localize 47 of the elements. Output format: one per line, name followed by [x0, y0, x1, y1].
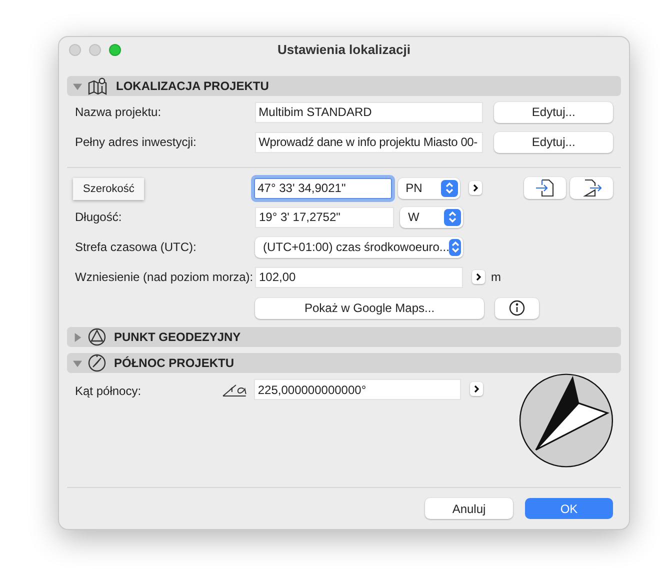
address-field[interactable]: Wprowadź dane w info projektu Miasto 00-	[254, 132, 484, 152]
ok-button[interactable]: OK	[525, 498, 613, 519]
hemisphere-select[interactable]: PN	[398, 178, 460, 198]
cancel-button[interactable]: Anuluj	[425, 498, 513, 519]
hemisphere-select[interactable]: W	[400, 206, 463, 228]
section-header[interactable]: PUNKT GEODEZYJNY	[67, 327, 621, 347]
field-label: Pełny adres inwestycji:	[75, 134, 198, 151]
stepper-arrows-icon	[448, 211, 457, 223]
triangle-circle-icon	[88, 328, 106, 346]
field-label: Wzniesienie (nad poziom morza):	[75, 269, 254, 286]
elevation-field[interactable]: 102,00	[255, 266, 463, 288]
edit-button[interactable]: Edytuj...	[494, 102, 613, 122]
arrow-button[interactable]	[469, 181, 482, 195]
export-button[interactable]	[570, 177, 613, 199]
north-angle-field[interactable]: 225,000000000000°	[254, 379, 461, 400]
chevron-right-icon	[474, 385, 479, 393]
document-import-icon	[535, 179, 556, 197]
info-button[interactable]	[495, 298, 539, 318]
field-label: Długość:	[75, 209, 123, 226]
field-label: Kąt północy:	[75, 383, 142, 400]
longitude-field[interactable]: 19° 3' 17,2752"	[255, 206, 394, 228]
info-icon	[509, 300, 525, 316]
compass-icon	[88, 354, 106, 372]
import-button[interactable]	[524, 177, 566, 199]
section-title: LOKALIZACJA PROJEKTU	[116, 78, 269, 95]
field-label: Nazwa projektu:	[75, 104, 162, 121]
window-title: Ustawienia lokalizacji	[278, 41, 410, 60]
section-header[interactable]: LOKALIZACJA PROJEKTU	[67, 76, 621, 96]
section-title: PUNKT GEODEZYJNY	[114, 329, 241, 346]
arrow-button[interactable]	[470, 382, 483, 396]
zoom-icon[interactable]	[109, 44, 121, 56]
edit-button[interactable]: Edytuj...	[494, 132, 613, 152]
stepper-arrows-icon	[450, 241, 460, 253]
unit-label: m	[491, 269, 501, 286]
stepper-arrows-icon	[445, 182, 454, 194]
chevron-right-icon	[473, 184, 478, 192]
section-header[interactable]: PÓŁNOC PROJEKTU	[67, 353, 621, 373]
map-pin-icon	[88, 77, 108, 95]
section-title: PÓŁNOC PROJEKTU	[114, 355, 234, 372]
angle-alpha-icon	[222, 383, 247, 397]
timezone-select[interactable]: (UTC+01:00) czas środkowoeuro...	[255, 236, 463, 258]
google-maps-button[interactable]: Pokaż w Google Maps...	[255, 298, 484, 318]
arrow-button[interactable]	[472, 270, 485, 284]
name-field[interactable]: Multibim STANDARD	[254, 102, 484, 122]
field-label: Strefa czasowa (UTC):	[75, 239, 198, 256]
chevron-right-icon	[476, 273, 481, 281]
tooltip: Szerokość	[73, 178, 144, 200]
